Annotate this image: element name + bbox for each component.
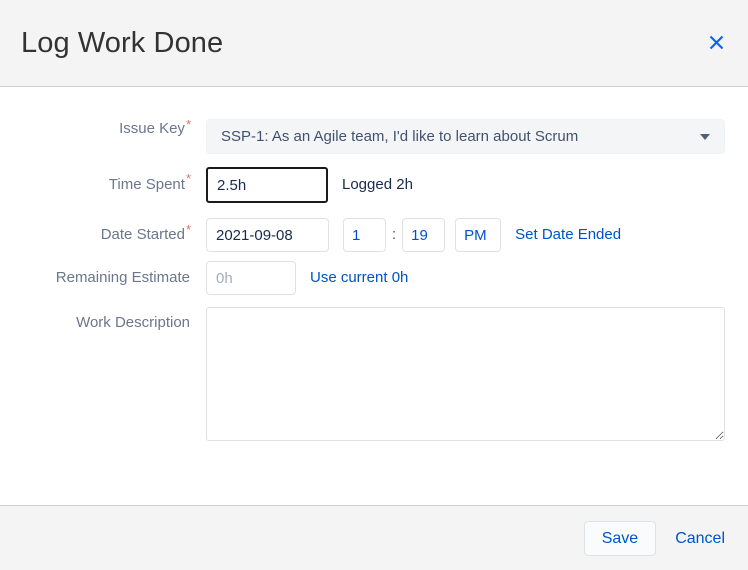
issue-key-selected-value: SSP-1: As an Agile team, I'd like to lea… — [207, 128, 700, 145]
save-button[interactable]: Save — [584, 521, 656, 556]
minute-input[interactable] — [402, 218, 445, 252]
close-x-icon — [707, 33, 726, 52]
required-asterisk: * — [186, 222, 191, 237]
remaining-estimate-control: Use current 0h — [206, 261, 408, 295]
dialog-header: Log Work Done — [0, 0, 748, 87]
use-current-estimate-link[interactable]: Use current 0h — [310, 261, 408, 295]
close-button[interactable] — [703, 29, 729, 55]
hour-input[interactable] — [343, 218, 386, 252]
work-description-label: Work Description — [0, 307, 190, 332]
chevron-down-icon — [700, 134, 710, 140]
time-spent-control: Logged 2h — [206, 167, 413, 203]
field-row-issue-key: Issue Key* SSP-1: As an Agile team, I'd … — [0, 119, 748, 154]
dialog-footer: Save Cancel — [0, 505, 748, 570]
work-description-label-text: Work Description — [76, 314, 190, 331]
issue-key-label: Issue Key* — [0, 119, 190, 138]
work-description-textarea[interactable] — [206, 307, 725, 441]
set-date-ended-link[interactable]: Set Date Ended — [515, 218, 621, 252]
cancel-button[interactable]: Cancel — [673, 522, 727, 555]
logged-time-note: Logged 2h — [342, 168, 413, 202]
field-row-date-started: Date Started* : PM Set Date Ended — [0, 218, 748, 252]
issue-key-label-text: Issue Key — [119, 120, 185, 137]
required-asterisk: * — [186, 171, 191, 186]
time-spent-label-text: Time Spent — [109, 176, 185, 193]
dialog-body: Issue Key* SSP-1: As an Agile team, I'd … — [0, 87, 748, 505]
log-work-dialog: Log Work Done Issue Key* SSP-1: As an Ag… — [0, 0, 748, 570]
page-title: Log Work Done — [21, 23, 223, 63]
remaining-estimate-label: Remaining Estimate — [0, 261, 190, 295]
field-row-time-spent: Time Spent* Logged 2h — [0, 167, 748, 203]
required-asterisk: * — [186, 117, 191, 132]
time-separator: : — [386, 218, 402, 252]
date-started-label: Date Started* — [0, 218, 190, 252]
remaining-estimate-label-text: Remaining Estimate — [56, 269, 190, 286]
meridiem-toggle[interactable]: PM — [455, 218, 501, 252]
date-started-control: : PM Set Date Ended — [206, 218, 621, 252]
remaining-estimate-input[interactable] — [206, 261, 296, 295]
date-started-label-text: Date Started — [101, 226, 185, 243]
date-started-input[interactable] — [206, 218, 329, 252]
work-description-control — [206, 307, 725, 441]
field-row-work-description: Work Description — [0, 307, 748, 441]
field-row-remaining-estimate: Remaining Estimate Use current 0h — [0, 261, 748, 295]
issue-key-select[interactable]: SSP-1: As an Agile team, I'd like to lea… — [206, 119, 725, 154]
time-spent-input[interactable] — [206, 167, 328, 203]
time-spent-label: Time Spent* — [0, 167, 190, 203]
issue-key-control: SSP-1: As an Agile team, I'd like to lea… — [206, 119, 725, 154]
